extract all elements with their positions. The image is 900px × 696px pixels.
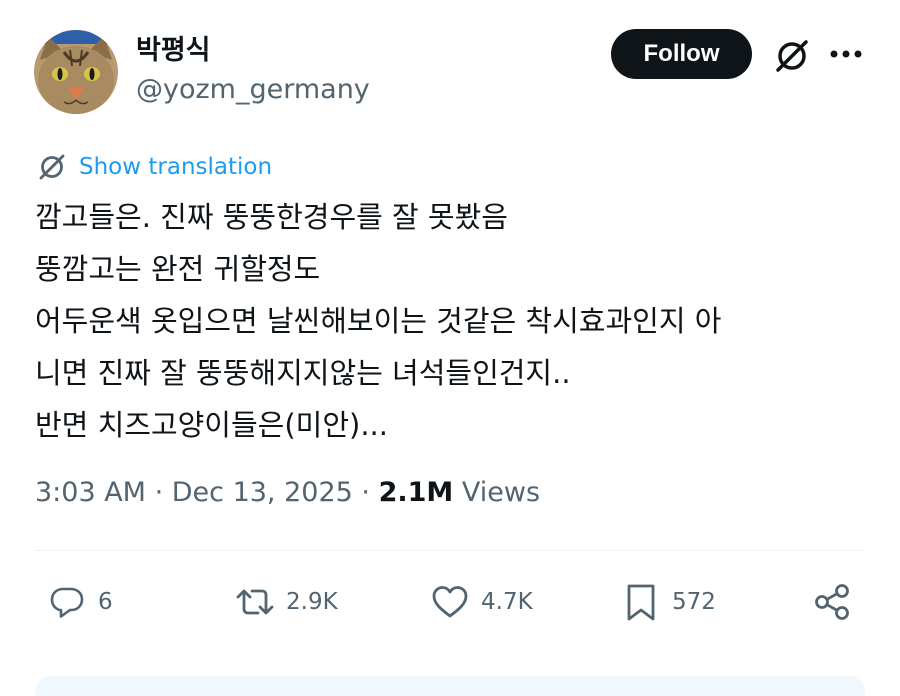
meta-separator: · — [361, 477, 379, 508]
share-button[interactable] — [811, 580, 853, 624]
tweet-line: 반면 치즈고양이들은(미안)... — [35, 408, 388, 442]
bookmark-button[interactable]: 572 — [620, 580, 716, 624]
share-icon — [815, 584, 849, 620]
display-name[interactable]: 박평식 — [136, 28, 211, 67]
divider — [35, 550, 865, 551]
cat-avatar-icon — [34, 30, 118, 114]
tweet-meta: 3:03 AM · Dec 13, 2025 · 2.1M Views — [35, 477, 540, 508]
grok-icon — [39, 154, 65, 180]
views-label: Views — [461, 477, 541, 508]
avatar[interactable] — [34, 30, 118, 114]
like-count: 4.7K — [481, 589, 533, 615]
more-dots-icon[interactable] — [829, 48, 863, 60]
show-translation-label: Show translation — [79, 154, 273, 180]
repost-button[interactable]: 2.9K — [234, 580, 338, 624]
heart-icon — [432, 586, 468, 618]
like-button[interactable]: 4.7K — [429, 580, 533, 624]
tweet-time[interactable]: 3:03 AM — [35, 477, 146, 508]
grok-icon[interactable] — [772, 36, 812, 76]
tweet-line: 니면 진짜 잘 뚱뚱해지지않는 녀석들인건지.. — [35, 356, 571, 390]
views-count: 2.1M — [378, 477, 454, 508]
repost-count: 2.9K — [286, 589, 338, 615]
reply-icon — [50, 587, 84, 618]
tweet-text: 깜고들은. 진짜 뚱뚱한경우를 잘 못봤음 뚱깜고는 완전 귀할정도 어두운색 … — [35, 191, 865, 451]
follow-button[interactable]: Follow — [611, 29, 752, 79]
reply-button[interactable]: 6 — [46, 580, 113, 624]
reply-count: 6 — [98, 589, 113, 615]
bookmark-icon — [627, 584, 655, 621]
show-translation-link[interactable]: Show translation — [36, 150, 272, 184]
repost-icon — [236, 589, 274, 615]
bookmark-count: 572 — [672, 589, 716, 615]
reply-composer-edge — [35, 676, 865, 696]
user-handle[interactable]: @yozm_germany — [136, 74, 370, 105]
tweet-line: 어두운색 옷입으면 날씬해보이는 것같은 착시효과인지 아 — [35, 304, 722, 338]
tweet-line: 깜고들은. 진짜 뚱뚱한경우를 잘 못봤음 — [35, 200, 508, 234]
tweet-date[interactable]: Dec 13, 2025 — [172, 477, 353, 508]
tweet-line: 뚱깜고는 완전 귀할정도 — [35, 252, 321, 286]
meta-separator: · — [154, 477, 172, 508]
